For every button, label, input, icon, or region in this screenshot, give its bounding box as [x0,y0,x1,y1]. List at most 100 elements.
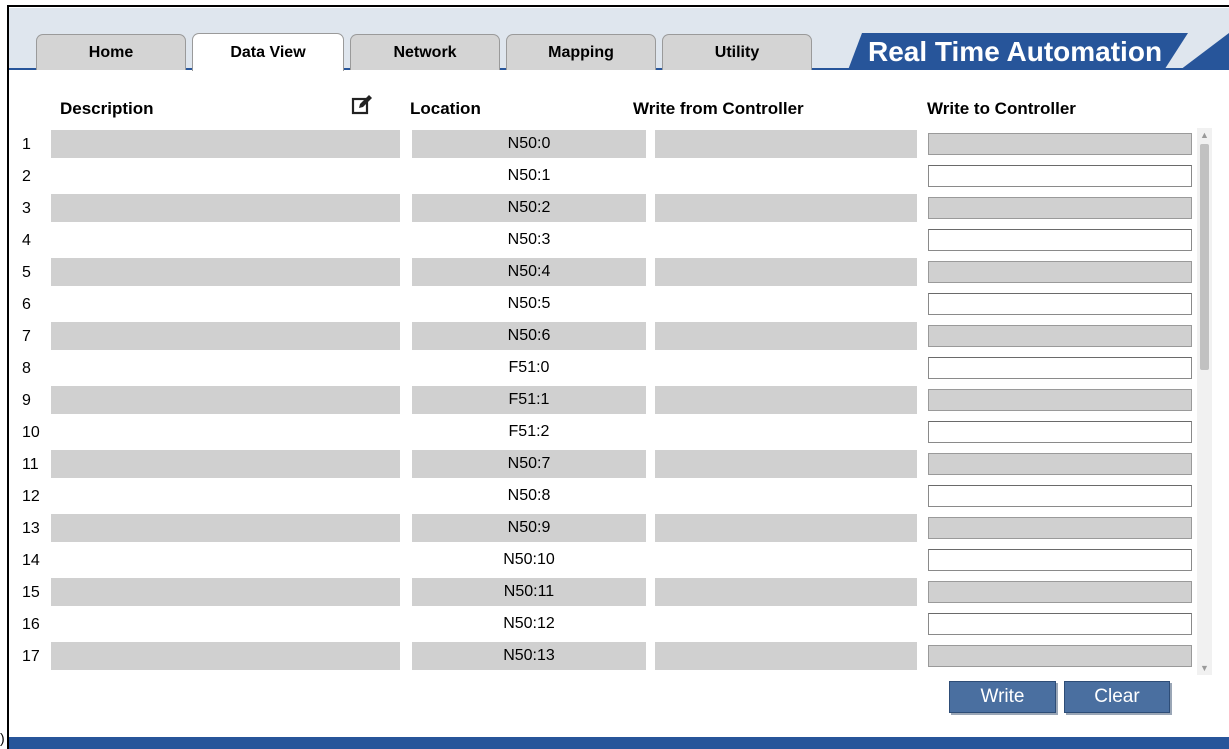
table-row: 14 N50:10 [22,544,1212,576]
row-number: 3 [22,200,31,217]
tab-home[interactable]: Home [36,34,186,70]
table-row: 2 N50:1 [22,160,1212,192]
description-cell[interactable] [51,322,400,350]
write-to-controller-input[interactable] [928,549,1192,571]
description-cell[interactable] [51,226,400,254]
edit-icon[interactable] [351,94,373,116]
write-from-controller-cell [655,482,917,510]
location-cell: N50:5 [507,295,551,312]
write-from-controller-cell [655,162,917,190]
tab-mapping[interactable]: Mapping [506,34,656,70]
row-number: 10 [22,424,40,441]
location-cell: N50:11 [412,578,646,606]
row-number: 6 [22,296,31,313]
write-from-controller-cell [655,514,917,542]
scroll-up-icon[interactable]: ▲ [1197,128,1212,142]
location-cell: N50:10 [503,551,555,568]
description-cell[interactable] [51,386,400,414]
location-cell: N50:3 [507,231,551,248]
write-to-controller-input[interactable] [928,485,1192,507]
location-cell: N50:9 [412,514,646,542]
table-row: 7 N50:6 [22,320,1212,352]
write-to-controller-input[interactable] [928,389,1192,411]
write-to-controller-input[interactable] [928,357,1192,379]
description-cell[interactable] [51,354,400,382]
row-number: 12 [22,488,40,505]
row-number: 16 [22,616,40,633]
write-to-controller-input[interactable] [928,613,1192,635]
location-cell: N50:2 [412,194,646,222]
write-from-controller-cell [655,642,917,670]
description-cell[interactable] [51,546,400,574]
scrollbar-thumb[interactable] [1200,144,1209,370]
write-from-controller-cell [655,674,917,676]
table-row: 1 N50:0 [22,128,1212,160]
write-from-controller-cell [655,130,917,158]
write-from-controller-cell [655,194,917,222]
description-cell[interactable] [51,418,400,446]
scroll-down-icon[interactable]: ▼ [1197,661,1212,675]
write-to-controller-input[interactable] [928,293,1192,315]
description-cell[interactable] [51,162,400,190]
description-cell[interactable] [51,514,400,542]
table-row: 4 N50:3 [22,224,1212,256]
write-from-controller-cell [655,354,917,382]
footer-bar [9,737,1229,749]
description-cell[interactable] [51,290,400,318]
location-cell: F51:1 [412,386,646,414]
location-cell: N50:12 [503,615,555,632]
table-row: 5 N50:4 [22,256,1212,288]
write-to-controller-input[interactable] [928,453,1192,475]
write-to-controller-input[interactable] [928,133,1192,155]
write-to-controller-input[interactable] [928,645,1192,667]
location-cell: F51:2 [508,423,550,440]
row-number: 2 [22,168,31,185]
description-cell[interactable] [51,258,400,286]
tab-network[interactable]: Network [350,34,500,70]
tab-data-view[interactable]: Data View [192,33,344,71]
write-to-controller-input[interactable] [928,165,1192,187]
row-number: 5 [22,264,31,281]
write-from-controller-cell [655,290,917,318]
brand-banner: Real Time Automation [848,33,1188,70]
write-to-controller-input[interactable] [928,581,1192,603]
write-to-controller-input[interactable] [928,517,1192,539]
table-row: 6 N50:5 [22,288,1212,320]
table-row: 11 N50:7 [22,448,1212,480]
row-number: 1 [22,136,31,153]
write-from-controller-cell [655,386,917,414]
write-to-controller-input[interactable] [928,421,1192,443]
table-row: 10 F51:2 [22,416,1212,448]
column-header-location: Location [410,99,481,118]
description-cell[interactable] [51,578,400,606]
location-cell: N50:0 [412,130,646,158]
description-cell[interactable] [51,674,400,676]
description-cell[interactable] [51,610,400,638]
write-button[interactable]: Write [949,681,1056,713]
table-scrollbar[interactable]: ▲ ▼ [1197,128,1212,675]
location-cell: N50:7 [412,450,646,478]
table-row: 3 N50:2 [22,192,1212,224]
clear-button[interactable]: Clear [1064,681,1170,713]
row-number: 8 [22,360,31,377]
write-to-controller-input[interactable] [928,229,1192,251]
description-cell[interactable] [51,482,400,510]
description-cell[interactable] [51,130,400,158]
table-row: 16 N50:12 [22,608,1212,640]
location-cell: F51:0 [508,359,550,376]
row-number: 9 [22,392,31,409]
table-row: 9 F51:1 [22,384,1212,416]
location-cell: N50:8 [507,487,551,504]
write-to-controller-input[interactable] [928,325,1192,347]
description-cell[interactable] [51,450,400,478]
tab-utility[interactable]: Utility [662,34,812,70]
write-from-controller-cell [655,450,917,478]
row-number: 15 [22,584,40,601]
brand-title: Real Time Automation [868,35,1163,67]
write-to-controller-input[interactable] [928,261,1192,283]
write-to-controller-input[interactable] [928,197,1192,219]
description-cell[interactable] [51,642,400,670]
write-from-controller-cell [655,578,917,606]
description-cell[interactable] [51,194,400,222]
row-number: 7 [22,328,31,345]
